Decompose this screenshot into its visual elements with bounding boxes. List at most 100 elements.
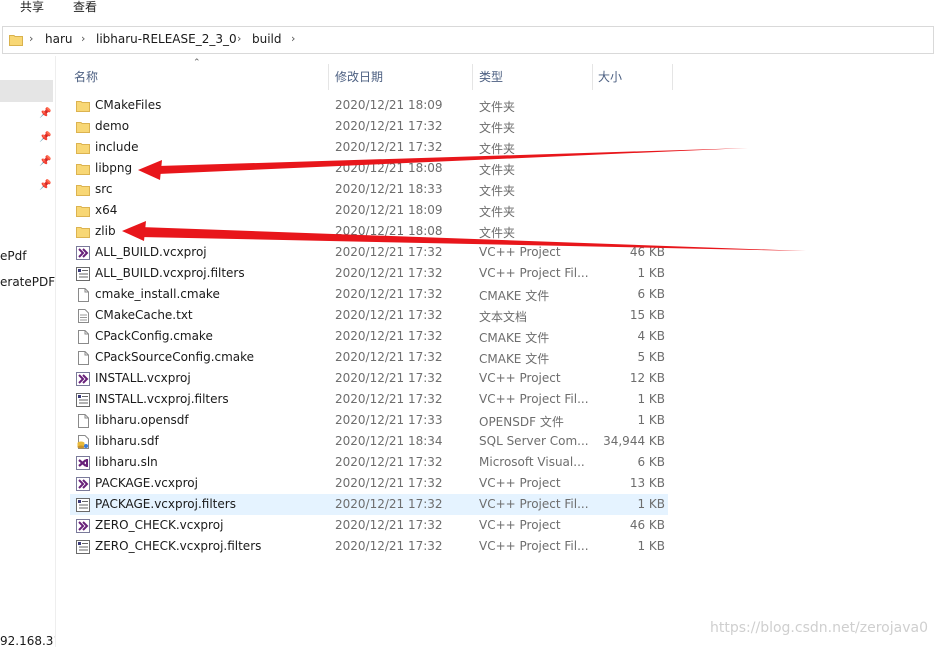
file-date: 2020/12/21 17:32 bbox=[335, 497, 443, 511]
pin-icon: 📌 bbox=[39, 108, 52, 119]
file-date: 2020/12/21 18:34 bbox=[335, 434, 443, 448]
chevron-right-icon[interactable]: › bbox=[81, 32, 85, 45]
file-type: VC++ Project Fil... bbox=[479, 497, 589, 511]
filters-icon bbox=[75, 266, 91, 282]
file-type: CMAKE 文件 bbox=[479, 289, 550, 303]
file-name: cmake_install.cmake bbox=[95, 287, 220, 301]
tab-view[interactable]: 查看 bbox=[73, 0, 97, 15]
file-name: x64 bbox=[95, 203, 118, 217]
chevron-right-icon[interactable]: › bbox=[237, 32, 241, 45]
file-size: 1 KB bbox=[637, 497, 665, 511]
file-row[interactable]: CPackConfig.cmake 2020/12/21 17:32 CMAKE 文… bbox=[70, 326, 668, 347]
nav-item-network-address[interactable]: 92.168.31 bbox=[0, 634, 55, 647]
sdf-icon bbox=[75, 434, 91, 450]
nav-item-generate-pdf[interactable]: eratePDF bbox=[0, 275, 55, 289]
file-row[interactable]: PACKAGE.vcxproj.filters 2020/12/21 17:32 V… bbox=[70, 494, 668, 515]
nav-selected-item[interactable] bbox=[0, 80, 53, 102]
file-name: ZERO_CHECK.vcxproj.filters bbox=[95, 539, 262, 553]
file-row[interactable]: src 2020/12/21 18:33 文件夹 bbox=[70, 179, 668, 200]
file-row[interactable]: demo 2020/12/21 17:32 文件夹 bbox=[70, 116, 668, 137]
file-row[interactable]: libharu.sdf 2020/12/21 18:34 SQL Server Co… bbox=[70, 431, 668, 452]
file-row[interactable]: include 2020/12/21 17:32 文件夹 bbox=[70, 137, 668, 158]
file-date: 2020/12/21 18:09 bbox=[335, 98, 443, 112]
file-size: 4 KB bbox=[637, 329, 665, 343]
file-date: 2020/12/21 17:32 bbox=[335, 392, 443, 406]
column-divider[interactable] bbox=[328, 64, 329, 90]
file-row[interactable]: ALL_BUILD.vcxproj 2020/12/21 17:32 VC++ Pr… bbox=[70, 242, 668, 263]
file-row[interactable]: libharu.opensdf 2020/12/21 17:33 OPENSDF 文… bbox=[70, 410, 668, 431]
file-date: 2020/12/21 17:32 bbox=[335, 539, 443, 553]
column-header-date[interactable]: 修改日期 bbox=[335, 68, 383, 85]
file-date: 2020/12/21 18:08 bbox=[335, 161, 443, 175]
sort-up-icon: ⌃ bbox=[193, 58, 201, 68]
file-row[interactable]: CPackSourceConfig.cmake 2020/12/21 17:32 C… bbox=[70, 347, 668, 368]
file-date: 2020/12/21 17:32 bbox=[335, 287, 443, 301]
file-type: 文件夹 bbox=[479, 205, 516, 219]
chevron-right-icon[interactable]: › bbox=[29, 32, 33, 45]
navigation-pane[interactable]: 📌 📌 📌 📌 ePdf eratePDF 92.168.31 bbox=[0, 56, 56, 647]
nav-item-pdf[interactable]: ePdf bbox=[0, 249, 26, 263]
file-name: PACKAGE.vcxproj bbox=[95, 476, 198, 490]
file-size: 6 KB bbox=[637, 455, 665, 469]
file-row[interactable]: INSTALL.vcxproj 2020/12/21 17:32 VC++ Proj… bbox=[70, 368, 668, 389]
filters-icon bbox=[75, 539, 91, 555]
column-divider[interactable] bbox=[472, 64, 473, 90]
address-bar[interactable]: › haru › libharu-RELEASE_2_3_0 › build › bbox=[2, 26, 934, 54]
file-name: libharu.sln bbox=[95, 455, 158, 469]
filters-icon bbox=[75, 497, 91, 513]
vcxproj-icon bbox=[75, 518, 91, 534]
file-size: 1 KB bbox=[637, 413, 665, 427]
file-date: 2020/12/21 17:33 bbox=[335, 413, 443, 427]
folder-icon bbox=[75, 140, 91, 156]
file-row[interactable]: ALL_BUILD.vcxproj.filters 2020/12/21 17:3… bbox=[70, 263, 668, 284]
file-date: 2020/12/21 17:32 bbox=[335, 245, 443, 259]
file-date: 2020/12/21 17:32 bbox=[335, 266, 443, 280]
file-name: CMakeCache.txt bbox=[95, 308, 193, 322]
chevron-right-icon[interactable]: › bbox=[291, 32, 295, 45]
column-header-name[interactable]: 名称 bbox=[74, 68, 98, 85]
file-type: VC++ Project bbox=[479, 371, 561, 385]
file-type: 文件夹 bbox=[479, 142, 516, 156]
breadcrumb-build[interactable]: build bbox=[252, 32, 282, 46]
file-row[interactable]: ZERO_CHECK.vcxproj 2020/12/21 17:32 VC++ P… bbox=[70, 515, 668, 536]
file-size: 13 KB bbox=[629, 476, 665, 490]
pin-icon: 📌 bbox=[39, 132, 52, 143]
file-icon bbox=[75, 287, 91, 303]
column-header-type[interactable]: 类型 bbox=[479, 68, 503, 85]
file-size: 1 KB bbox=[637, 392, 665, 406]
file-row[interactable]: libpng 2020/12/21 18:08 文件夹 bbox=[70, 158, 668, 179]
tab-share[interactable]: 共享 bbox=[20, 0, 44, 15]
file-date: 2020/12/21 17:32 bbox=[335, 329, 443, 343]
file-date: 2020/12/21 18:09 bbox=[335, 203, 443, 217]
file-row[interactable]: INSTALL.vcxproj.filters 2020/12/21 17:32 V… bbox=[70, 389, 668, 410]
file-date: 2020/12/21 17:32 bbox=[335, 140, 443, 154]
file-name: zlib bbox=[95, 224, 116, 238]
folder-icon bbox=[9, 35, 23, 46]
file-row[interactable]: zlib 2020/12/21 18:08 文件夹 bbox=[70, 221, 668, 242]
file-icon bbox=[75, 413, 91, 429]
file-type: SQL Server Com... bbox=[479, 434, 589, 448]
vcxproj-icon bbox=[75, 371, 91, 387]
file-row[interactable]: cmake_install.cmake 2020/12/21 17:32 CMAKE… bbox=[70, 284, 668, 305]
file-type: 文件夹 bbox=[479, 226, 516, 240]
file-type: 文件夹 bbox=[479, 100, 516, 114]
file-name: src bbox=[95, 182, 113, 196]
file-icon bbox=[75, 329, 91, 345]
file-date: 2020/12/21 17:32 bbox=[335, 455, 443, 469]
column-divider[interactable] bbox=[672, 64, 673, 90]
file-row[interactable]: CMakeCache.txt 2020/12/21 17:32 文本文档 15 KB bbox=[70, 305, 668, 326]
breadcrumb-haru[interactable]: haru bbox=[45, 32, 73, 46]
file-type: OPENSDF 文件 bbox=[479, 415, 564, 429]
column-divider[interactable] bbox=[592, 64, 593, 90]
file-row[interactable]: CMakeFiles 2020/12/21 18:09 文件夹 bbox=[70, 95, 668, 116]
breadcrumb-libharu-release[interactable]: libharu-RELEASE_2_3_0 bbox=[96, 32, 237, 46]
file-name: libharu.sdf bbox=[95, 434, 159, 448]
file-row[interactable]: x64 2020/12/21 18:09 文件夹 bbox=[70, 200, 668, 221]
file-row[interactable]: libharu.sln 2020/12/21 17:32 Microsoft Vis… bbox=[70, 452, 668, 473]
file-name: ZERO_CHECK.vcxproj bbox=[95, 518, 224, 532]
file-row[interactable]: PACKAGE.vcxproj 2020/12/21 17:32 VC++ Proj… bbox=[70, 473, 668, 494]
column-header-size[interactable]: 大小 bbox=[598, 68, 622, 85]
file-size: 46 KB bbox=[629, 518, 665, 532]
file-row[interactable]: ZERO_CHECK.vcxproj.filters 2020/12/21 17:… bbox=[70, 536, 668, 557]
vcxproj-icon bbox=[75, 476, 91, 492]
